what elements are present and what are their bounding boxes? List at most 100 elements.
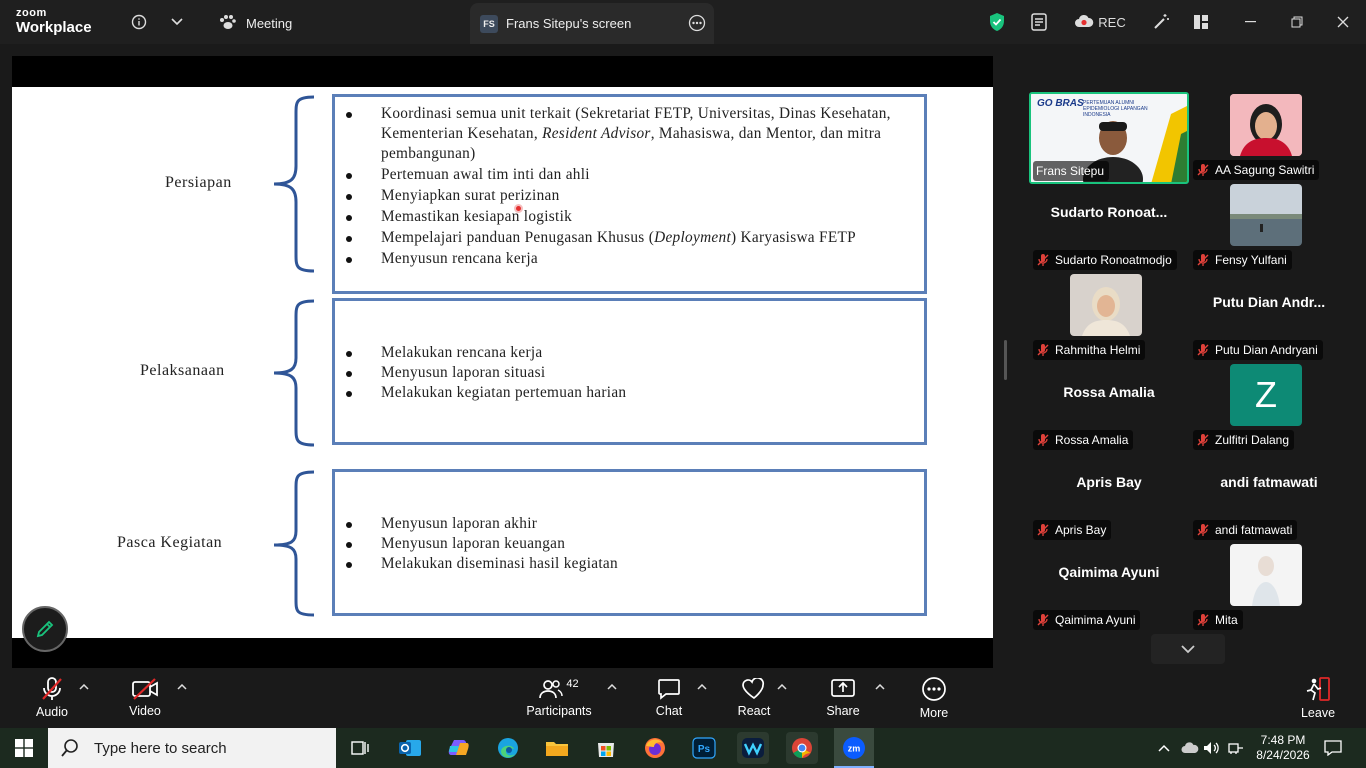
photoshop-icon[interactable]: Ps (688, 732, 720, 764)
video-off-icon (132, 678, 158, 700)
magic-wand-icon[interactable] (1150, 0, 1172, 44)
more-button[interactable]: More (918, 668, 950, 728)
outlook-icon[interactable] (394, 732, 426, 764)
participant-tile-sudarto-ronoatmodjo[interactable]: Sudarto Ronoat... Sudarto Ronoatmodjo (1029, 182, 1189, 272)
mic-muted-icon (1036, 613, 1050, 627)
audio-options-caret[interactable] (79, 682, 89, 693)
mic-muted-icon (42, 677, 62, 700)
view-layout-icon[interactable] (1190, 0, 1212, 44)
participant-display-name: Rossa Amalia (1063, 384, 1155, 400)
edge-icon[interactable] (492, 732, 524, 764)
taskbar-clock[interactable]: 7:48 PM 8/24/2026 (1246, 728, 1320, 768)
brace-persiapan (273, 95, 315, 273)
participants-button[interactable]: 42 Participants (526, 668, 592, 728)
initial-avatar: Z (1230, 364, 1302, 426)
firefox-icon[interactable] (639, 732, 671, 764)
panel-resize-handle[interactable] (1004, 340, 1007, 380)
notification-icon[interactable] (1322, 728, 1344, 768)
remote-pointer-dot (514, 204, 523, 213)
tab-meeting[interactable]: Meeting (218, 3, 292, 44)
chevron-down-icon (1181, 644, 1195, 653)
svg-text:zm: zm (848, 744, 861, 754)
participant-tile-mita[interactable]: Mita (1189, 542, 1349, 632)
participant-name-tag: Rahmitha Helmi (1033, 340, 1146, 360)
minimize-icon (1245, 21, 1256, 23)
close-icon (1337, 16, 1349, 28)
copilot-icon[interactable] (443, 732, 475, 764)
chevron-up-icon (177, 683, 187, 690)
webex-icon[interactable] (737, 732, 769, 764)
mic-muted-icon (1196, 613, 1210, 627)
chevron-up-icon[interactable] (1156, 728, 1172, 768)
video-options-caret[interactable] (177, 682, 187, 693)
mic-muted-icon (1036, 253, 1050, 267)
meeting-caption-text: PERTEMUAN ALUMNI EPIDEMIOLOGI LAPANGAN I… (1083, 100, 1148, 118)
participant-tile-frans-sitepu[interactable]: GO BRAS PERTEMUAN ALUMNI EPIDEMIOLOGI LA… (1029, 92, 1189, 184)
gallery-scroll-down-button[interactable] (1151, 634, 1225, 664)
more-icon (922, 677, 946, 701)
recording-indicator[interactable]: REC (1070, 0, 1130, 44)
windows-logo-icon (15, 739, 33, 757)
list-item: Menyusun laporan keuangan (335, 534, 924, 554)
video-button[interactable]: Video (124, 668, 166, 728)
brace-pelaksanaan (273, 299, 315, 447)
leave-icon (1306, 677, 1330, 701)
sharer-badge: FS (480, 14, 498, 33)
participant-tile-qaimima-ayuni[interactable]: Qaimima Ayuni Qaimima Ayuni (1029, 542, 1189, 632)
share-options-caret[interactable] (875, 682, 885, 693)
participant-tile-andi-fatmawati[interactable]: andi fatmawati andi fatmawati (1189, 452, 1349, 542)
network-icon[interactable] (1226, 728, 1246, 768)
tab-meeting-label: Meeting (246, 16, 293, 31)
meeting-toolbar: Audio Video 42 Participants Chat React S… (0, 668, 1366, 728)
list-item: Pertemuan awal tim inti dan ahli (335, 165, 924, 185)
minimize-button[interactable] (1228, 0, 1274, 44)
security-shield-icon[interactable] (986, 0, 1008, 44)
react-options-caret[interactable] (777, 682, 787, 693)
participant-tile-aa-sagung-sawitri[interactable]: AA Sagung Sawitri (1189, 92, 1349, 182)
more-options-icon[interactable] (688, 14, 706, 35)
chat-button[interactable]: Chat (654, 668, 684, 728)
chrome-icon[interactable] (786, 732, 818, 764)
task-view-icon[interactable] (344, 732, 376, 764)
participant-tile-zulfitri-dalang[interactable]: Z Zulfitri Dalang (1189, 362, 1349, 452)
mic-muted-icon (1196, 523, 1210, 537)
title-bar: zoom Workplace Meeting FS Frans Sitepu's… (0, 0, 1366, 44)
onedrive-cloud-icon[interactable] (1180, 728, 1200, 768)
restore-icon (1291, 16, 1303, 28)
audio-button[interactable]: Audio (30, 668, 74, 728)
share-screen-icon (831, 679, 855, 697)
participant-tile-fensy-yulfani[interactable]: Fensy Yulfani (1189, 182, 1349, 272)
close-button[interactable] (1320, 0, 1366, 44)
info-icon[interactable] (128, 0, 150, 44)
annotate-button[interactable] (22, 606, 68, 652)
mic-muted-icon (1036, 433, 1050, 447)
leave-button[interactable]: Leave (1300, 668, 1336, 728)
react-button[interactable]: React (736, 668, 772, 728)
tab-shared-screen[interactable]: FS Frans Sitepu's screen (470, 3, 714, 44)
zoom-window: zoom Workplace Meeting FS Frans Sitepu's… (0, 0, 1366, 768)
participant-tile-rahmitha-helmi[interactable]: Rahmitha Helmi (1029, 272, 1189, 362)
notes-icon[interactable] (1028, 0, 1050, 44)
zoom-workplace-logo: zoom Workplace (16, 8, 92, 36)
zoom-taskbar-icon[interactable]: zm (834, 728, 874, 768)
shared-screen-view[interactable]: Persiapan Koordinasi semua unit terkait … (12, 56, 993, 668)
chat-options-caret[interactable] (697, 682, 707, 693)
taskbar-search-box[interactable]: Type here to search (48, 728, 336, 768)
speaker-icon[interactable] (1202, 728, 1222, 768)
participant-tile-apris-bay[interactable]: Apris Bay Apris Bay (1029, 452, 1189, 542)
start-button[interactable] (8, 732, 40, 764)
chevron-down-icon[interactable] (166, 0, 188, 44)
brace-pasca-kegiatan (273, 470, 315, 617)
presentation-slide: Persiapan Koordinasi semua unit terkait … (12, 87, 993, 638)
participants-options-caret[interactable] (607, 682, 617, 693)
restore-button[interactable] (1274, 0, 1320, 44)
avatar (1230, 184, 1302, 246)
chat-icon (658, 679, 680, 700)
participant-tile-rossa-amalia[interactable]: Rossa Amalia Rossa Amalia (1029, 362, 1189, 452)
file-explorer-icon[interactable] (541, 732, 573, 764)
heart-icon (742, 678, 765, 700)
paw-icon (218, 14, 236, 33)
participant-tile-putu-dian-andryani[interactable]: Putu Dian Andr... Putu Dian Andryani (1189, 272, 1349, 362)
share-button[interactable]: Share (826, 668, 860, 728)
microsoft-store-icon[interactable] (590, 732, 622, 764)
